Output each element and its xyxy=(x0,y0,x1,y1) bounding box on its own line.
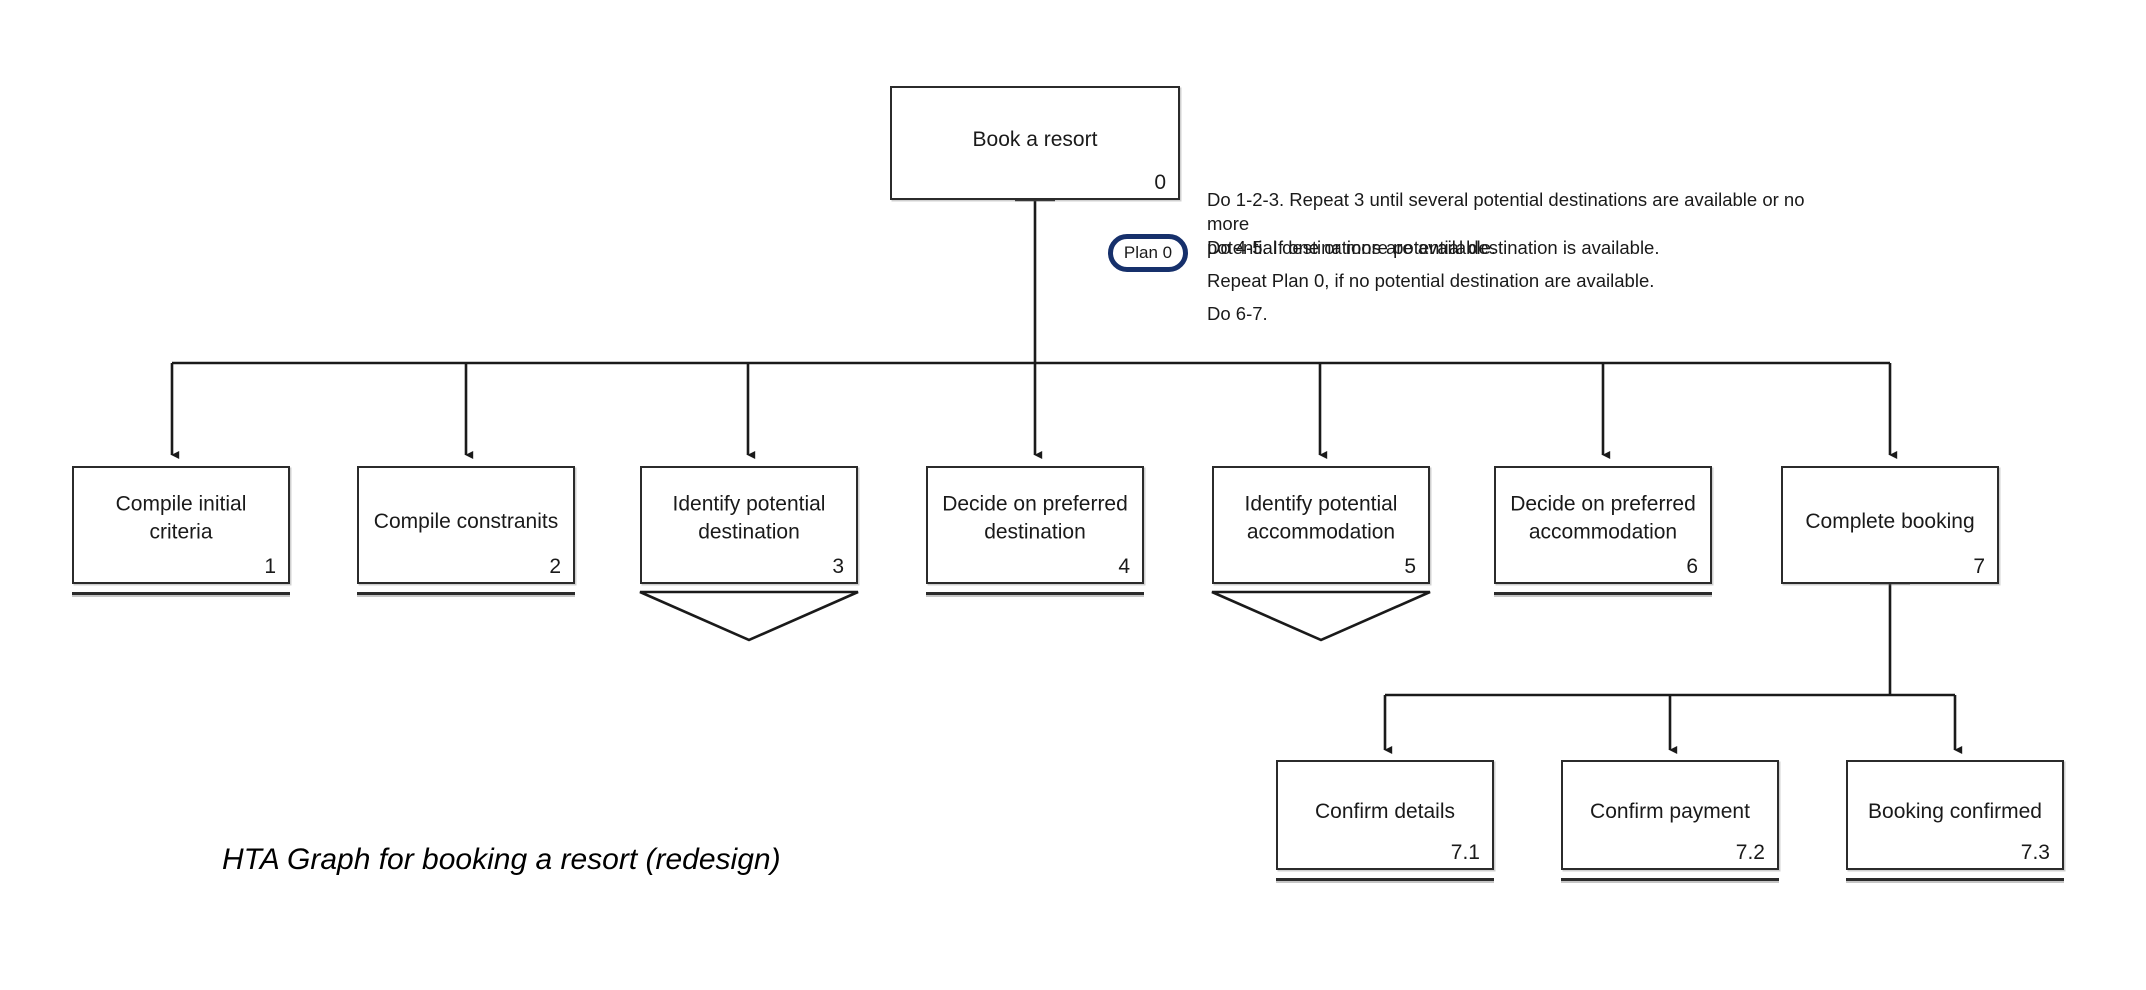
task-node-number: 7.3 xyxy=(2020,841,2050,864)
task-node-number: 3 xyxy=(832,555,844,578)
hta-diagram-canvas: Book a resort 0 Plan 0 Do 1-2-3. Repeat … xyxy=(0,0,2146,990)
task-node-6[interactable]: Decide on preferred accommodation 6 xyxy=(1494,466,1712,584)
plan-text-line-3: Repeat Plan 0, if no potential destinati… xyxy=(1207,270,1655,291)
task-node-2[interactable]: Compile constranits 2 xyxy=(357,466,575,584)
terminal-underline-7-1 xyxy=(1276,878,1494,881)
task-node-label: Decide on preferred destination xyxy=(942,492,1128,544)
iteration-chevron-3 xyxy=(639,590,859,642)
task-node-label: Decide on preferred accommodation xyxy=(1510,492,1696,544)
plan-badge-label: Plan 0 xyxy=(1123,243,1173,262)
task-node-1[interactable]: Compile initial criteria 1 xyxy=(72,466,290,584)
task-node-label: Booking confirmed xyxy=(1868,799,2042,823)
task-node-root[interactable]: Book a resort 0 xyxy=(890,86,1180,200)
terminal-underline-1 xyxy=(72,592,290,595)
task-node-7-2[interactable]: Confirm payment 7.2 xyxy=(1561,760,1779,870)
terminal-underline-7-2 xyxy=(1561,878,1779,881)
task-node-5[interactable]: Identify potential accommodation 5 xyxy=(1212,466,1430,584)
task-node-label: Identify potential accommodation xyxy=(1244,492,1398,544)
terminal-underline-6 xyxy=(1494,592,1712,595)
task-node-7[interactable]: Complete booking 7 xyxy=(1781,466,1999,584)
task-node-label: Identify potential destination xyxy=(672,492,826,544)
task-node-number: 6 xyxy=(1686,555,1698,578)
plan-text-line-2: Do 4-5. If one or more potential destina… xyxy=(1207,237,1660,258)
task-node-number: 4 xyxy=(1118,555,1130,578)
task-node-number: 0 xyxy=(1154,171,1166,194)
task-node-number: 7.1 xyxy=(1450,841,1480,864)
task-node-label: Compile constranits xyxy=(373,509,559,533)
task-node-number: 5 xyxy=(1404,555,1416,578)
plan-badge[interactable]: Plan 0 xyxy=(1108,234,1188,272)
terminal-underline-4 xyxy=(926,592,1144,595)
diagram-caption: HTA Graph for booking a resort (redesign… xyxy=(222,843,781,876)
task-node-number: 7.2 xyxy=(1735,841,1765,864)
task-node-label: Complete booking xyxy=(1805,509,1975,533)
task-node-number: 2 xyxy=(549,555,561,578)
task-node-label: Confirm payment xyxy=(1590,799,1750,823)
task-node-3[interactable]: Identify potential destination 3 xyxy=(640,466,858,584)
terminal-underline-7-3 xyxy=(1846,878,2064,881)
iteration-chevron-5 xyxy=(1211,590,1431,642)
task-node-number: 1 xyxy=(264,555,276,578)
task-node-label: Compile initial criteria xyxy=(115,492,247,544)
plan-text-line-4: Do 6-7. xyxy=(1207,303,1268,324)
task-node-7-1[interactable]: Confirm details 7.1 xyxy=(1276,760,1494,870)
terminal-underline-2 xyxy=(357,592,575,595)
task-node-number: 7 xyxy=(1973,555,1985,578)
task-node-4[interactable]: Decide on preferred destination 4 xyxy=(926,466,1144,584)
task-node-label: Confirm details xyxy=(1314,799,1456,823)
task-node-7-3[interactable]: Booking confirmed 7.3 xyxy=(1846,760,2064,870)
task-node-label: Book a resort xyxy=(972,127,1098,151)
